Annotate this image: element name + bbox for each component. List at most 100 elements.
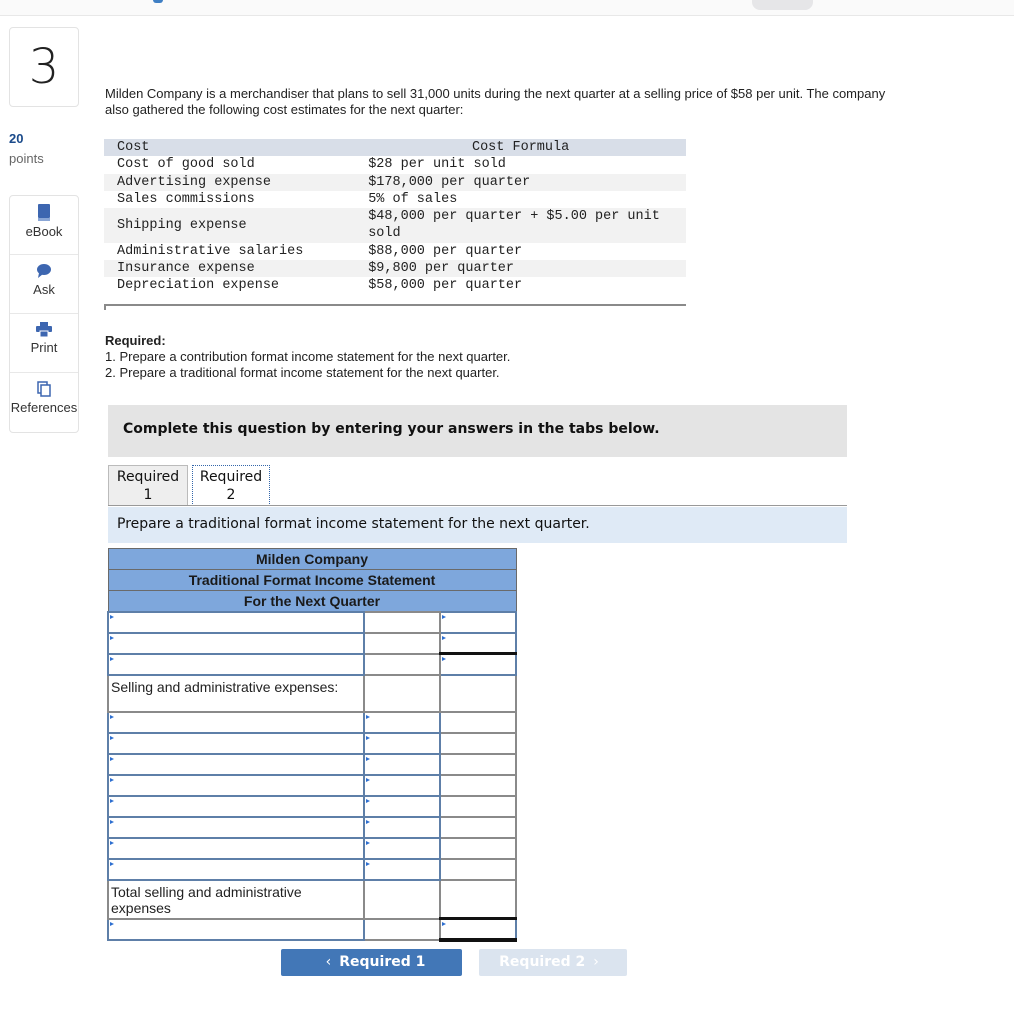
expense-amount-input[interactable]: [365, 818, 439, 835]
line-item-select[interactable]: [107, 917, 365, 941]
total-amount-cell: [439, 794, 517, 818]
line-item-select[interactable]: [107, 652, 365, 676]
ebook-button[interactable]: eBook: [10, 196, 78, 255]
table-row: [107, 752, 517, 776]
expense-item-select[interactable]: [107, 710, 365, 734]
references-label: References: [10, 400, 78, 415]
expense-item-input[interactable]: [109, 860, 363, 877]
tools-panel: eBook Ask Print References: [9, 195, 79, 433]
cost-formula: $9,800 per quarter: [368, 261, 515, 277]
expense-item-select[interactable]: [107, 794, 365, 818]
total-amount-input[interactable]: [441, 613, 515, 630]
chevron-right-icon: ›: [593, 954, 599, 970]
print-button[interactable]: Print: [10, 314, 78, 373]
expense-amount-input[interactable]: [365, 797, 439, 814]
cost-formula: $178,000 per quarter: [368, 174, 531, 190]
table-row: [107, 917, 517, 942]
prev-required-button[interactable]: ‹ Required 1: [281, 949, 462, 976]
expense-amount-cell[interactable]: [363, 710, 441, 734]
expense-amount-input[interactable]: [365, 839, 439, 856]
header-cost: Cost: [117, 140, 150, 155]
table-row: Shipping expense $48,000 per quarter + $5…: [104, 208, 686, 243]
expense-amount-cell[interactable]: [363, 752, 441, 776]
table-row: [107, 857, 517, 881]
net-income-cell[interactable]: [439, 917, 517, 942]
table-row: Insurance expense $9,800 per quarter: [104, 260, 686, 278]
table-row: Administrative salaries $88,000 per quart…: [104, 242, 686, 261]
line-item-input[interactable]: [109, 655, 363, 672]
expense-item-input[interactable]: [109, 713, 363, 730]
total-amount-cell[interactable]: [439, 631, 517, 655]
line-item-select[interactable]: [107, 631, 365, 655]
net-income-input[interactable]: [441, 920, 515, 937]
tab-label-line1: Required: [199, 469, 263, 485]
total-amount-cell: [439, 710, 517, 734]
tab-required-2[interactable]: Required 2: [192, 465, 270, 506]
ebook-label: eBook: [25, 224, 63, 239]
table-row: [107, 836, 517, 860]
expense-item-input[interactable]: [109, 734, 363, 751]
expense-amount-input[interactable]: [365, 860, 439, 877]
required-item-2: 2. Prepare a traditional format income s…: [105, 365, 500, 380]
expense-amount-input[interactable]: [365, 713, 439, 730]
expense-amount-cell[interactable]: [363, 815, 441, 839]
amount-cell: [363, 878, 441, 920]
table-row: [107, 731, 517, 755]
header-cost-formula: Cost Formula: [471, 140, 570, 155]
expense-item-input[interactable]: [109, 839, 363, 856]
chevron-left-icon: ‹: [325, 954, 332, 970]
expense-item-select[interactable]: [107, 836, 365, 860]
expense-item-select[interactable]: [107, 731, 365, 755]
expense-item-select[interactable]: [107, 815, 365, 839]
progress-indicator: [153, 0, 163, 3]
expense-item-input[interactable]: [109, 776, 363, 793]
cost-formula: $48,000 per quarter + $5.00 per unit sol…: [368, 209, 660, 242]
total-amount-cell[interactable]: [439, 652, 517, 676]
cost-table-header: Cost Cost Formula: [104, 139, 686, 157]
next-button-label: Required 2: [499, 954, 586, 970]
amount-cell: [363, 673, 441, 713]
required-item-1: 1. Prepare a contribution format income …: [105, 349, 511, 364]
total-amount-input[interactable]: [441, 655, 515, 673]
ask-button[interactable]: Ask: [10, 255, 78, 314]
expense-item-input[interactable]: [109, 797, 363, 814]
instruction-banner: Complete this question by entering your …: [108, 405, 847, 457]
top-bar: [0, 0, 1014, 16]
table-row: Selling and administrative expenses:: [107, 673, 517, 713]
table-row: Advertising expense $178,000 per quarter: [104, 173, 686, 191]
expense-item-select[interactable]: [107, 752, 365, 776]
expense-amount-cell[interactable]: [363, 836, 441, 860]
required-heading: Required:: [105, 333, 166, 348]
line-item-select[interactable]: [107, 610, 365, 634]
expense-item-select[interactable]: [107, 857, 365, 881]
tab-label-line1: Required: [116, 469, 180, 485]
expense-amount-cell[interactable]: [363, 794, 441, 818]
expense-item-select[interactable]: [107, 773, 365, 797]
expense-amount-cell[interactable]: [363, 857, 441, 881]
expense-item-input[interactable]: [109, 818, 363, 835]
total-amount-cell: [439, 878, 517, 920]
line-item-input[interactable]: [109, 634, 363, 651]
expense-amount-input[interactable]: [365, 755, 439, 772]
expense-amount-input[interactable]: [365, 734, 439, 751]
expense-amount-input[interactable]: [365, 776, 439, 793]
income-statement-table: Milden Company Traditional Format Income…: [107, 548, 517, 942]
tab-required-1[interactable]: Required 1: [108, 465, 188, 506]
printer-icon: [36, 322, 52, 337]
print-label: Print: [30, 340, 58, 355]
prev-button-label: Required 1: [339, 954, 426, 970]
total-amount-cell[interactable]: [439, 610, 517, 634]
line-item-input[interactable]: [109, 613, 363, 630]
expense-item-input[interactable]: [109, 755, 363, 772]
top-pill-button[interactable]: [752, 0, 813, 10]
line-item-input[interactable]: [109, 920, 363, 938]
amount-cell: [363, 917, 441, 941]
total-amount-cell: [439, 673, 517, 713]
references-button[interactable]: References: [10, 373, 78, 432]
total-amount-cell: [439, 752, 517, 776]
total-amount-input[interactable]: [441, 633, 515, 651]
total-amount-cell: [439, 773, 517, 797]
cost-name: Insurance expense: [117, 261, 255, 277]
expense-amount-cell[interactable]: [363, 731, 441, 755]
expense-amount-cell[interactable]: [363, 773, 441, 797]
